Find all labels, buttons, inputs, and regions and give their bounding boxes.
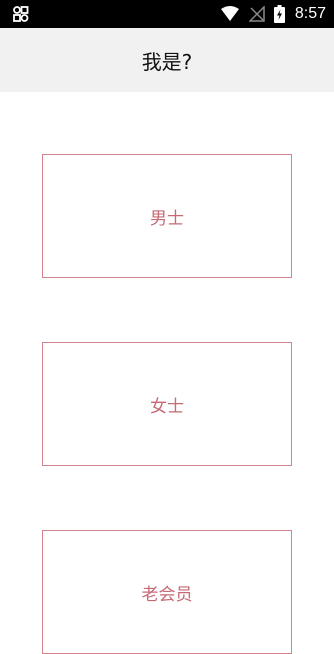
status-time: 8:57 <box>294 5 326 22</box>
wifi-icon <box>220 6 239 21</box>
no-signal-icon <box>248 6 265 22</box>
female-option-label: 女士 <box>150 396 184 417</box>
battery-charging-icon <box>273 5 285 23</box>
female-option-button[interactable]: 女士 <box>42 342 292 466</box>
notification-app-icon <box>13 6 29 22</box>
page-title: 我是? <box>141 49 193 74</box>
old-member-option-label: 老会员 <box>141 584 193 605</box>
old-member-option-button[interactable]: 老会员 <box>42 530 292 654</box>
male-option-button[interactable]: 男士 <box>42 154 292 278</box>
identity-options: 男士 女士 老会员 <box>0 92 334 654</box>
app-header: 我是? <box>0 28 334 92</box>
status-icons: 8:57 <box>220 0 326 28</box>
status-bar: 8:57 <box>0 0 334 28</box>
male-option-label: 男士 <box>150 208 184 229</box>
